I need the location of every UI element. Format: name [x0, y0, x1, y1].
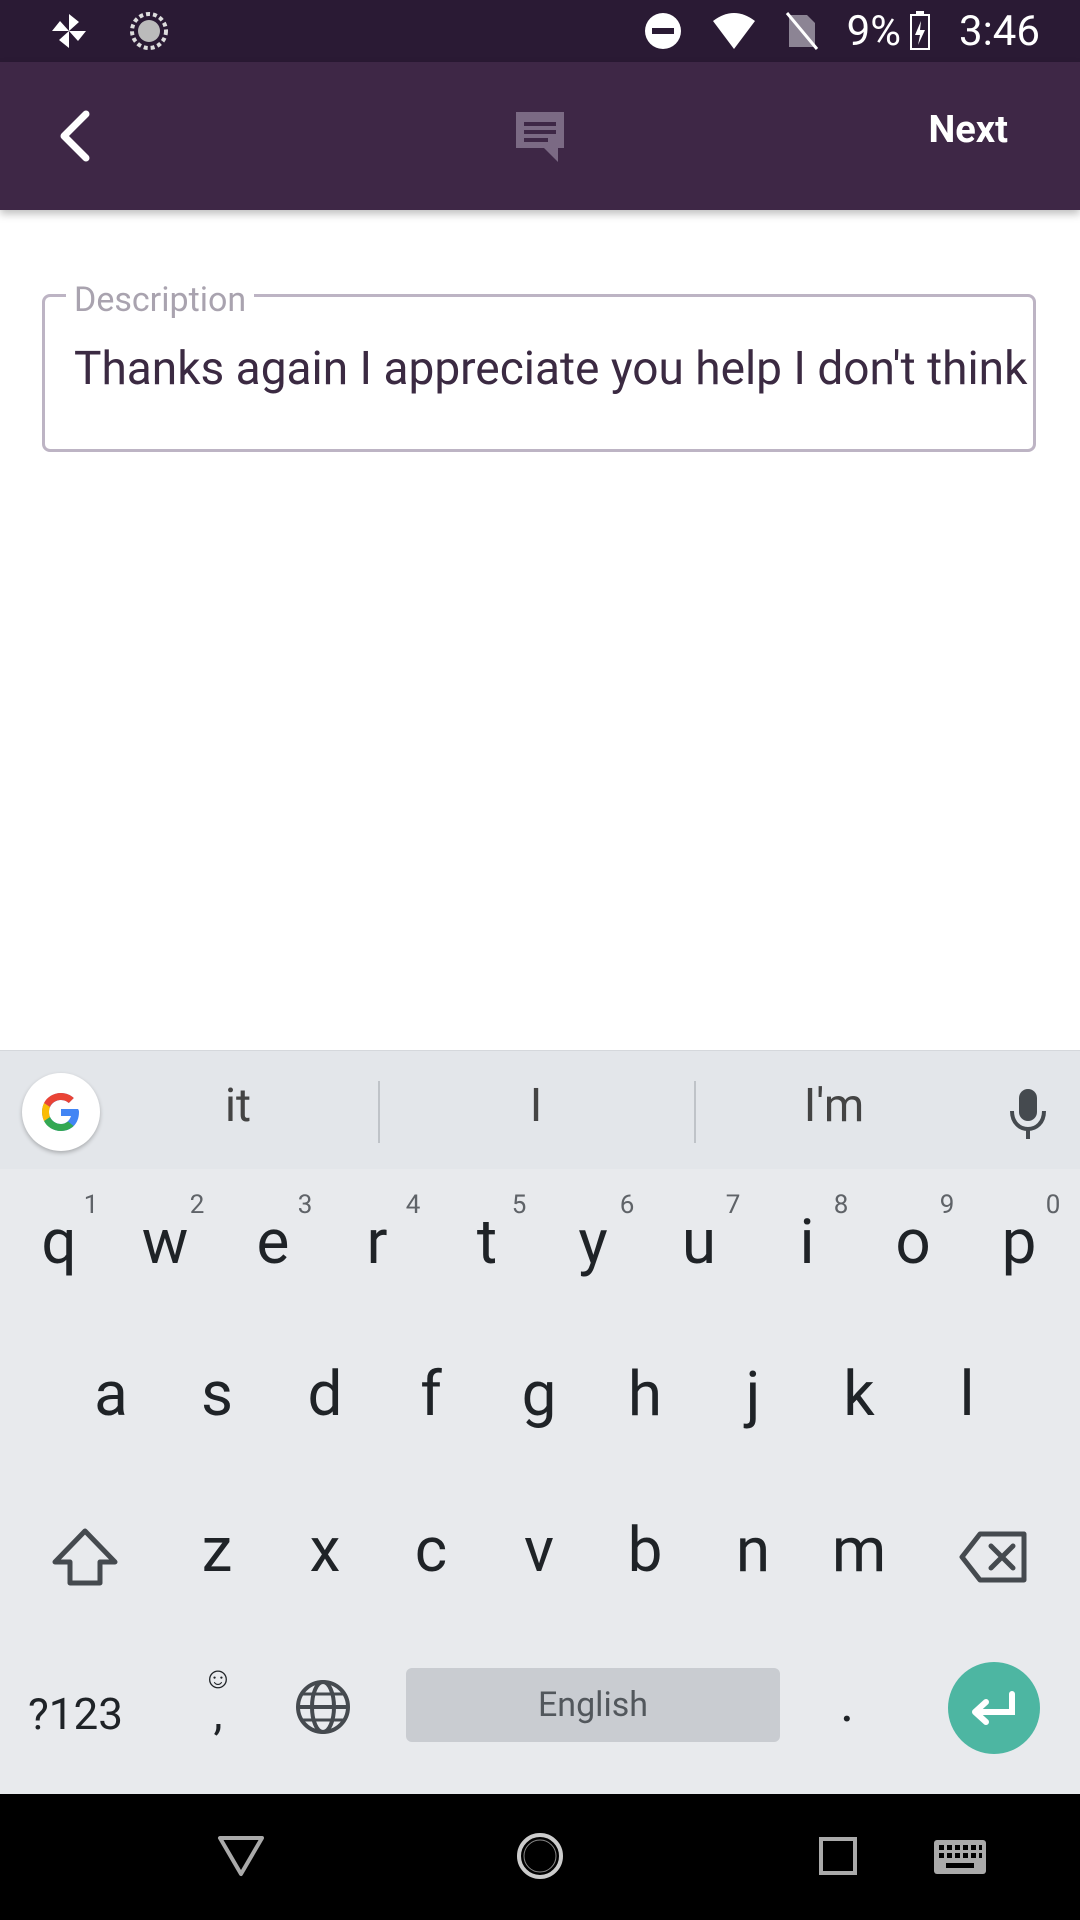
- comma-label: ,: [213, 1687, 223, 1741]
- shift-arrow-icon: [52, 1528, 118, 1586]
- key-v[interactable]: v: [494, 1514, 584, 1587]
- space-bar[interactable]: English: [406, 1668, 780, 1742]
- key-c[interactable]: c: [386, 1514, 476, 1587]
- key-g[interactable]: g: [494, 1358, 584, 1431]
- description-label: Description: [66, 280, 255, 320]
- key-n[interactable]: n: [708, 1514, 798, 1587]
- backspace-icon: [959, 1531, 1027, 1583]
- emoji-comma-key[interactable]: ☺ ,: [198, 1664, 238, 1741]
- battery-percent: 9%: [846, 6, 901, 56]
- key-z[interactable]: z: [172, 1514, 262, 1587]
- back-button[interactable]: [48, 106, 108, 166]
- suggestion-item[interactable]: it: [138, 1079, 338, 1133]
- key-x[interactable]: x: [280, 1514, 370, 1587]
- language-key[interactable]: [294, 1678, 352, 1740]
- key-f[interactable]: f: [386, 1358, 476, 1431]
- symbols-key[interactable]: ?123: [28, 1688, 123, 1740]
- enter-key[interactable]: [948, 1662, 1040, 1754]
- suggestion-item[interactable]: I'm: [734, 1079, 934, 1133]
- key-u[interactable]: u: [654, 1206, 744, 1279]
- key-q[interactable]: q: [14, 1206, 104, 1279]
- pinwheel-icon: [48, 10, 90, 52]
- description-input-text[interactable]: Thanks again I appreciate you help I don…: [74, 342, 1080, 396]
- clock: 3:46: [959, 6, 1040, 56]
- home-circle-icon[interactable]: [514, 1830, 566, 1882]
- do-not-disturb-icon: [643, 11, 683, 51]
- key-m[interactable]: m: [814, 1514, 904, 1587]
- key-y[interactable]: y: [548, 1206, 638, 1279]
- key-d[interactable]: d: [280, 1358, 370, 1431]
- key-l[interactable]: l: [922, 1358, 1012, 1431]
- key-i[interactable]: i: [762, 1206, 852, 1279]
- no-sim-icon: [785, 11, 819, 51]
- key-e[interactable]: e: [228, 1206, 318, 1279]
- key-t[interactable]: t: [442, 1206, 532, 1279]
- key-r[interactable]: r: [332, 1206, 422, 1279]
- key-w[interactable]: w: [120, 1206, 210, 1279]
- key-a[interactable]: a: [66, 1358, 156, 1431]
- backspace-key[interactable]: [958, 1530, 1030, 1588]
- app-bar: Next: [0, 62, 1080, 210]
- status-bar: 9% 3:46: [0, 0, 1080, 62]
- google-icon[interactable]: [22, 1073, 100, 1151]
- enter-arrow-icon: [972, 1691, 1015, 1725]
- suggestion-divider: [694, 1081, 696, 1143]
- key-s[interactable]: s: [172, 1358, 262, 1431]
- key-p[interactable]: p: [974, 1206, 1064, 1279]
- key-j[interactable]: j: [708, 1358, 798, 1431]
- key-o[interactable]: o: [868, 1206, 958, 1279]
- wifi-icon: [711, 11, 757, 51]
- keyboard-switch-icon[interactable]: [932, 1838, 988, 1876]
- comment-icon: [512, 108, 568, 168]
- key-k[interactable]: k: [814, 1358, 904, 1431]
- chevron-left-icon: [60, 110, 90, 162]
- key-b[interactable]: b: [600, 1514, 690, 1587]
- globe-icon: [296, 1680, 350, 1734]
- suggestion-bar: it I I'm: [0, 1050, 1080, 1169]
- sync-icon: [128, 10, 170, 52]
- back-triangle-icon[interactable]: [216, 1834, 266, 1878]
- next-button[interactable]: Next: [928, 108, 1008, 152]
- navigation-bar: [0, 1794, 1080, 1920]
- key-h[interactable]: h: [600, 1358, 690, 1431]
- suggestion-item[interactable]: I: [436, 1079, 636, 1133]
- battery-charging-icon: [909, 11, 931, 51]
- shift-key[interactable]: [50, 1526, 120, 1592]
- recents-square-icon[interactable]: [818, 1836, 858, 1876]
- period-key[interactable]: .: [840, 1672, 854, 1735]
- suggestion-divider: [378, 1081, 380, 1143]
- microphone-icon[interactable]: [1008, 1087, 1048, 1145]
